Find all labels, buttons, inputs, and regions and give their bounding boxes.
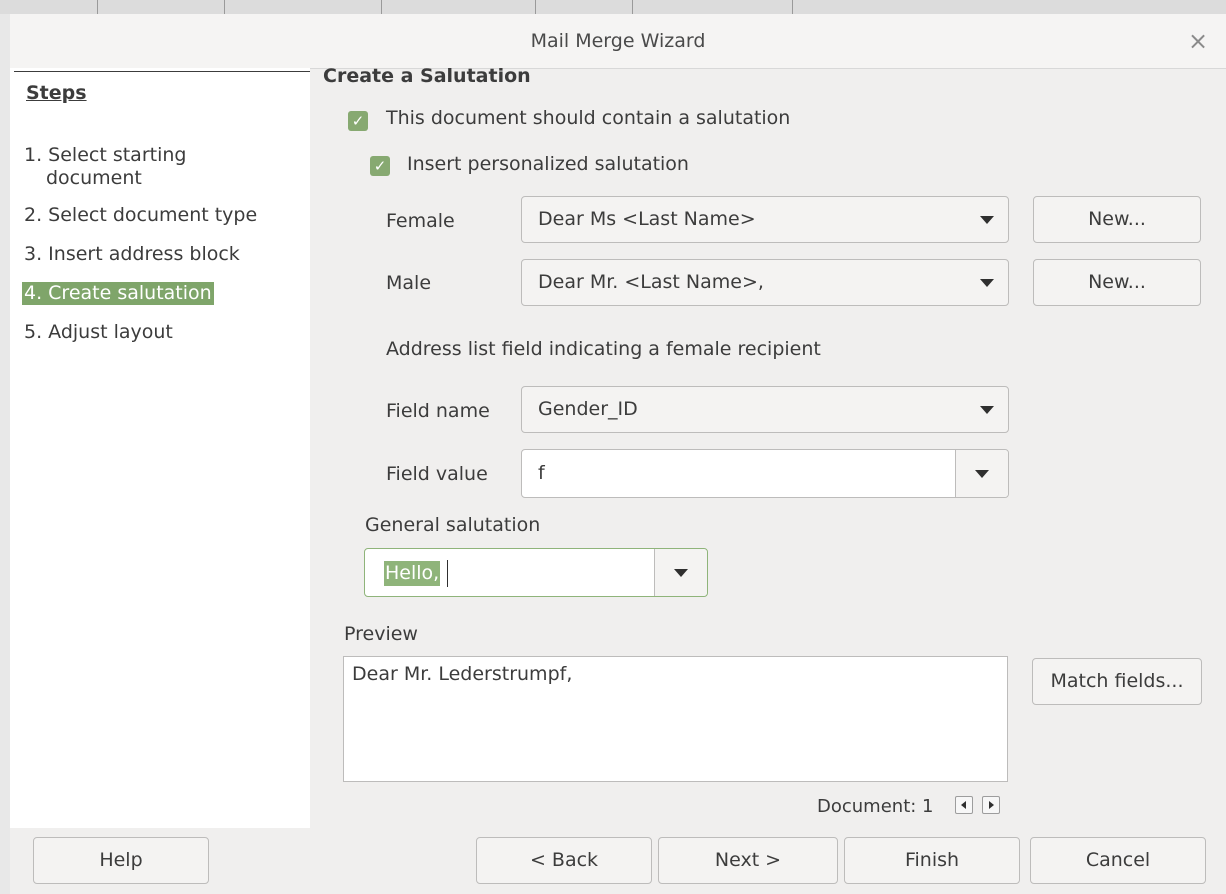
chevron-down-icon bbox=[980, 279, 994, 287]
field-name-dropdown[interactable]: Gender_ID bbox=[521, 386, 1009, 433]
female-salutation-dropdown[interactable]: Dear Ms <Last Name> bbox=[521, 196, 1009, 243]
field-name-value: Gender_ID bbox=[538, 398, 638, 420]
background-divider bbox=[381, 0, 382, 14]
text-cursor bbox=[447, 560, 448, 587]
sidebar-divider bbox=[14, 71, 310, 72]
contain-salutation-label: This document should contain a salutatio… bbox=[386, 107, 791, 129]
next-button[interactable]: Next > bbox=[658, 837, 838, 884]
document-counter: Document: 1 bbox=[817, 796, 934, 817]
preview-box: Dear Mr. Lederstrumpf, bbox=[343, 656, 1008, 782]
male-salutation-value: Dear Mr. <Last Name>, bbox=[538, 271, 764, 293]
sidebar-item-label-cont: document bbox=[46, 167, 142, 189]
sidebar-item-select-starting-document[interactable]: 1. Select starting document bbox=[24, 144, 186, 190]
background-divider bbox=[632, 0, 633, 14]
background-divider bbox=[792, 0, 793, 14]
address-list-field-label: Address list field indicating a female r… bbox=[386, 338, 821, 360]
help-button[interactable]: Help bbox=[33, 837, 209, 884]
background-divider bbox=[97, 0, 98, 14]
steps-heading: Steps bbox=[26, 82, 87, 104]
sidebar-item-insert-address-block[interactable]: 3. Insert address block bbox=[24, 243, 240, 266]
sidebar-item-label: 1. Select starting bbox=[24, 144, 187, 166]
contain-salutation-checkbox[interactable]: ✓ bbox=[348, 111, 368, 131]
sidebar-item-select-document-type[interactable]: 2. Select document type bbox=[24, 204, 257, 227]
male-salutation-dropdown[interactable]: Dear Mr. <Last Name>, bbox=[521, 259, 1009, 306]
chevron-down-icon bbox=[980, 406, 994, 414]
female-label: Female bbox=[386, 210, 455, 232]
preview-label: Preview bbox=[344, 623, 418, 645]
general-salutation-label: General salutation bbox=[365, 514, 541, 536]
background-divider bbox=[224, 0, 225, 14]
male-label: Male bbox=[386, 272, 432, 294]
section-heading: Create a Salutation bbox=[323, 65, 531, 87]
personalized-salutation-checkbox[interactable]: ✓ bbox=[370, 156, 390, 176]
personalized-salutation-label: Insert personalized salutation bbox=[407, 153, 689, 175]
match-fields-button[interactable]: Match fields... bbox=[1032, 658, 1202, 705]
cancel-button[interactable]: Cancel bbox=[1030, 837, 1206, 884]
background-divider bbox=[535, 0, 536, 14]
general-salutation-dropdown-button[interactable] bbox=[655, 549, 707, 596]
close-icon[interactable]: × bbox=[1180, 14, 1216, 68]
finish-button[interactable]: Finish bbox=[844, 837, 1020, 884]
chevron-down-icon bbox=[975, 470, 989, 478]
sidebar-item-adjust-layout[interactable]: 5. Adjust layout bbox=[24, 321, 173, 344]
chevron-down-icon bbox=[980, 216, 994, 224]
field-value-label: Field value bbox=[386, 463, 488, 485]
male-new-button[interactable]: New... bbox=[1033, 259, 1201, 306]
general-salutation-combobox[interactable]: Hello, bbox=[364, 548, 708, 597]
field-value-combobox[interactable]: f bbox=[521, 449, 1009, 498]
preview-text: Dear Mr. Lederstrumpf, bbox=[352, 663, 573, 685]
arrow-left-icon[interactable] bbox=[955, 796, 973, 814]
female-new-button[interactable]: New... bbox=[1033, 196, 1201, 243]
back-button[interactable]: < Back bbox=[476, 837, 652, 884]
field-value-dropdown-button[interactable] bbox=[956, 450, 1008, 497]
arrow-right-icon[interactable] bbox=[982, 796, 1000, 814]
field-name-label: Field name bbox=[386, 400, 490, 422]
female-salutation-value: Dear Ms <Last Name> bbox=[538, 208, 756, 230]
background-app-strip bbox=[0, 0, 1226, 14]
general-salutation-input[interactable]: Hello, bbox=[384, 561, 441, 586]
window-title: Mail Merge Wizard bbox=[530, 30, 706, 52]
sidebar-item-create-salutation[interactable]: 4. Create salutation bbox=[22, 282, 214, 305]
field-value-input[interactable]: f bbox=[538, 450, 545, 497]
chevron-down-icon bbox=[674, 569, 688, 577]
